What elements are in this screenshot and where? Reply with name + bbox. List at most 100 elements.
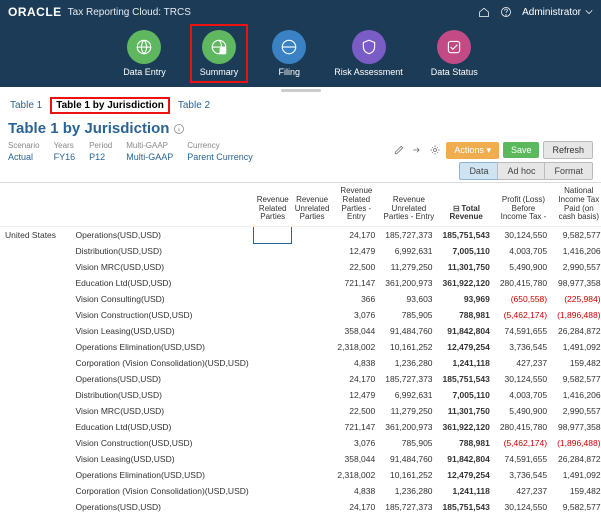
data-cell[interactable]: 185,727,373 — [380, 227, 437, 244]
data-cell[interactable]: 9,582,577 — [552, 371, 601, 387]
nav-risk-assessment[interactable]: Risk Assessment — [334, 30, 403, 79]
data-cell[interactable]: 11,301,750 — [438, 259, 495, 275]
col-header[interactable]: Profit (Loss) Before Income Tax - — [495, 183, 552, 227]
data-cell[interactable]: 6,992,631 — [380, 515, 437, 516]
data-cell[interactable]: 5,490,900 — [495, 259, 552, 275]
country-cell[interactable] — [0, 387, 70, 403]
data-cell[interactable]: 788,981 — [438, 307, 495, 323]
data-cell[interactable]: 98,977,358 — [552, 275, 601, 291]
entity-cell[interactable]: Vision Leasing(USD,USD) — [70, 323, 253, 339]
entity-cell[interactable]: Corporation (Vision Consolidation)(USD,U… — [70, 355, 253, 371]
data-cell[interactable] — [292, 291, 333, 307]
nav-summary[interactable]: Summary — [194, 28, 245, 79]
data-cell[interactable]: 280,415,780 — [495, 275, 552, 291]
data-cell[interactable] — [254, 451, 292, 467]
data-cell[interactable] — [254, 243, 292, 259]
data-cell[interactable] — [292, 499, 333, 515]
country-cell[interactable] — [0, 259, 70, 275]
data-cell[interactable]: 12,479 — [332, 243, 380, 259]
country-cell[interactable] — [0, 419, 70, 435]
country-cell[interactable] — [0, 499, 70, 515]
country-cell[interactable] — [0, 291, 70, 307]
data-cell[interactable]: 1,416,206 — [552, 243, 601, 259]
data-cell[interactable]: 361,922,120 — [438, 275, 495, 291]
nav-data-entry[interactable]: Data Entry — [123, 30, 166, 79]
data-cell[interactable]: 11,279,250 — [380, 259, 437, 275]
data-cell[interactable]: 4,003,705 — [495, 515, 552, 516]
entity-cell[interactable]: Operations Elimination(USD,USD) — [70, 467, 253, 483]
data-cell[interactable] — [254, 291, 292, 307]
home-icon[interactable] — [478, 6, 490, 18]
data-cell[interactable]: 1,236,280 — [380, 483, 437, 499]
data-cell[interactable]: 366 — [332, 291, 380, 307]
actions-button[interactable]: Actions ▾ — [446, 142, 499, 159]
data-cell[interactable] — [254, 275, 292, 291]
data-cell[interactable] — [292, 451, 333, 467]
entity-cell[interactable]: Distribution(USD,USD) — [70, 515, 253, 516]
data-cell[interactable] — [292, 307, 333, 323]
data-cell[interactable] — [254, 259, 292, 275]
data-cell[interactable]: 26,284,872 — [552, 451, 601, 467]
country-cell[interactable] — [0, 451, 70, 467]
data-cell[interactable]: 185,751,543 — [438, 499, 495, 515]
data-cell[interactable]: 30,124,550 — [495, 499, 552, 515]
data-cell[interactable]: 24,170 — [332, 499, 380, 515]
data-cell[interactable]: 358,044 — [332, 323, 380, 339]
country-cell[interactable] — [0, 307, 70, 323]
entity-cell[interactable]: Education Ltd(USD,USD) — [70, 419, 253, 435]
data-cell[interactable]: 2,318,002 — [332, 467, 380, 483]
entity-cell[interactable]: Vision Construction(USD,USD) — [70, 435, 253, 451]
data-cell[interactable]: 12,479,254 — [438, 467, 495, 483]
data-cell[interactable]: 30,124,550 — [495, 371, 552, 387]
data-cell[interactable]: (225,984) — [552, 291, 601, 307]
country-cell[interactable]: United States — [0, 227, 70, 244]
data-cell[interactable]: 91,842,804 — [438, 451, 495, 467]
dim-scenario[interactable]: ScenarioActual — [8, 141, 40, 162]
tab-table2[interactable]: Table 2 — [174, 98, 214, 113]
data-cell[interactable] — [292, 515, 333, 516]
col-header[interactable]: National Income Tax Paid (on cash basis) — [552, 183, 601, 227]
tab-table1-jurisdiction[interactable]: Table 1 by Jurisdiction — [50, 97, 170, 114]
country-cell[interactable] — [0, 243, 70, 259]
data-cell[interactable]: 93,603 — [380, 291, 437, 307]
data-cell[interactable] — [292, 227, 333, 244]
data-cell[interactable]: (1,896,488) — [552, 307, 601, 323]
data-cell[interactable] — [292, 323, 333, 339]
dim-period[interactable]: PeriodP12 — [89, 141, 112, 162]
data-cell[interactable] — [254, 499, 292, 515]
data-cell[interactable]: 12,479,254 — [438, 339, 495, 355]
data-cell[interactable]: 6,992,631 — [380, 243, 437, 259]
data-cell[interactable]: 6,992,631 — [380, 387, 437, 403]
data-cell[interactable]: 9,582,577 — [552, 499, 601, 515]
forward-icon[interactable] — [410, 143, 424, 157]
data-cell[interactable] — [292, 435, 333, 451]
data-cell[interactable]: 26,284,872 — [552, 323, 601, 339]
nav-filing[interactable]: Filing — [272, 30, 306, 79]
data-cell[interactable]: 1,491,092 — [552, 467, 601, 483]
country-cell[interactable] — [0, 275, 70, 291]
data-cell[interactable]: 185,727,373 — [380, 499, 437, 515]
data-cell[interactable]: 2,990,557 — [552, 403, 601, 419]
data-cell[interactable]: 721,147 — [332, 419, 380, 435]
entity-cell[interactable]: Vision Leasing(USD,USD) — [70, 451, 253, 467]
entity-cell[interactable]: Distribution(USD,USD) — [70, 243, 253, 259]
data-cell[interactable] — [292, 387, 333, 403]
edit-icon[interactable] — [392, 143, 406, 157]
data-cell[interactable]: 3,076 — [332, 307, 380, 323]
country-cell[interactable] — [0, 515, 70, 516]
col-header[interactable]: Revenue Related Parties - Entry — [332, 183, 380, 227]
data-cell[interactable]: 5,490,900 — [495, 403, 552, 419]
data-cell[interactable]: 1,241,118 — [438, 483, 495, 499]
data-cell[interactable] — [254, 227, 292, 244]
refresh-button[interactable]: Refresh — [543, 141, 593, 159]
data-cell[interactable]: 91,484,760 — [380, 323, 437, 339]
data-cell[interactable]: 427,237 — [495, 483, 552, 499]
data-cell[interactable]: 785,905 — [380, 435, 437, 451]
data-cell[interactable]: (5,462,174) — [495, 435, 552, 451]
data-cell[interactable]: 3,736,545 — [495, 339, 552, 355]
entity-cell[interactable]: Operations(USD,USD) — [70, 499, 253, 515]
entity-cell[interactable]: Corporation (Vision Consolidation)(USD,U… — [70, 483, 253, 499]
pill-adhoc[interactable]: Ad hoc — [497, 162, 545, 180]
data-cell[interactable]: 1,491,092 — [552, 339, 601, 355]
entity-cell[interactable]: Operations(USD,USD) — [70, 227, 253, 244]
